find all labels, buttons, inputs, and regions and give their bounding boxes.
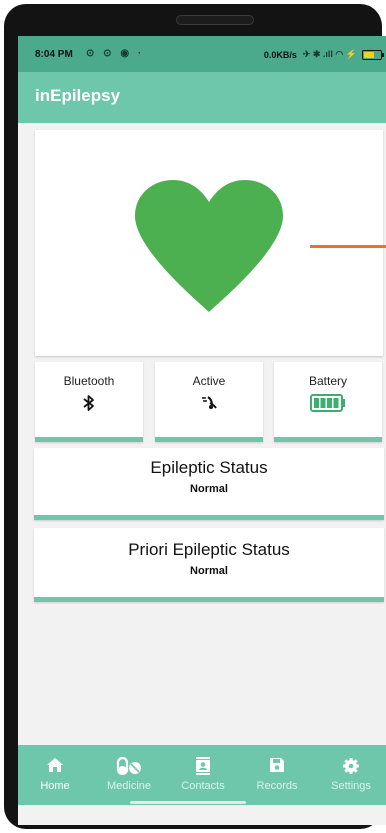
signal-icons: ✈ ✱ .ıll ◠ ⚡ xyxy=(302,49,357,59)
phone-frame: 8:04 PM ⊙ ⊙ ◉ · 0.0KB/s ✈ ✱ .ıll ◠ ⚡ inE… xyxy=(4,4,386,829)
epileptic-status-value: Normal xyxy=(190,483,228,495)
status-right-group: 0.0KB/s ✈ ✱ .ıll ◠ ⚡ xyxy=(263,49,384,60)
network-speed: 0.0KB/s xyxy=(263,49,297,60)
settings-icon xyxy=(314,757,386,780)
notification-icons: ⊙ ⊙ ◉ · xyxy=(86,48,145,59)
epileptic-status-bar xyxy=(34,515,384,520)
status-battery-icon xyxy=(362,49,384,60)
battery-card[interactable]: Battery xyxy=(274,362,382,442)
priori-status-title: Priori Epileptic Status xyxy=(128,540,290,559)
nav-records-label: Records xyxy=(256,780,298,792)
status-time: 8:04 PM xyxy=(35,49,73,60)
contacts-icon xyxy=(166,757,240,780)
bottom-navigation: Home Medicine Contacts Records Settings xyxy=(18,745,386,805)
battery-full-icon xyxy=(274,394,382,417)
nav-home[interactable]: Home xyxy=(18,745,92,797)
system-status-bar: 8:04 PM ⊙ ⊙ ◉ · 0.0KB/s ✈ ✱ .ıll ◠ ⚡ xyxy=(18,36,386,72)
status-battery-tip xyxy=(382,52,384,57)
active-card[interactable]: Active xyxy=(155,362,263,442)
priori-status-bar xyxy=(34,597,384,602)
app-title: inEpilepsy xyxy=(35,86,121,105)
battery-bar xyxy=(274,437,382,442)
status-battery-fill xyxy=(364,51,374,58)
bluetooth-label: Bluetooth xyxy=(63,374,115,388)
nav-contacts[interactable]: Contacts xyxy=(166,745,240,797)
nav-records[interactable]: Records xyxy=(240,745,314,797)
nav-settings[interactable]: Settings xyxy=(314,745,386,797)
battery-label: Battery xyxy=(308,374,347,388)
app-screen: 8:04 PM ⊙ ⊙ ◉ · 0.0KB/s ✈ ✱ .ıll ◠ ⚡ inE… xyxy=(18,36,386,825)
nav-contacts-label: Contacts xyxy=(181,780,225,792)
nav-medicine[interactable]: Medicine xyxy=(92,745,166,797)
phone-speaker xyxy=(176,15,254,25)
app-bar: inEpilepsy xyxy=(18,72,386,123)
sensor-activity-icon xyxy=(155,394,263,415)
active-bar xyxy=(155,437,263,442)
bluetooth-icon xyxy=(35,394,143,417)
bluetooth-bar xyxy=(35,437,143,442)
nav-medicine-label: Medicine xyxy=(106,780,152,792)
epileptic-status-title: Epileptic Status xyxy=(150,458,268,477)
priori-status-card: Priori Epileptic Status Normal xyxy=(34,528,384,602)
indicator-line xyxy=(310,245,386,248)
heart-status-card xyxy=(35,130,383,356)
nav-home-label: Home xyxy=(40,780,70,792)
priori-status-value: Normal xyxy=(190,565,228,577)
records-icon xyxy=(240,757,314,778)
heart-icon xyxy=(135,180,283,312)
medicine-icon xyxy=(92,756,166,780)
epileptic-status-card: Epileptic Status Normal xyxy=(34,448,384,520)
nav-settings-label: Settings xyxy=(331,780,371,792)
active-label: Active xyxy=(192,374,226,388)
home-icon xyxy=(18,757,92,778)
bluetooth-card[interactable]: Bluetooth xyxy=(35,362,143,442)
home-indicator[interactable] xyxy=(130,801,246,804)
